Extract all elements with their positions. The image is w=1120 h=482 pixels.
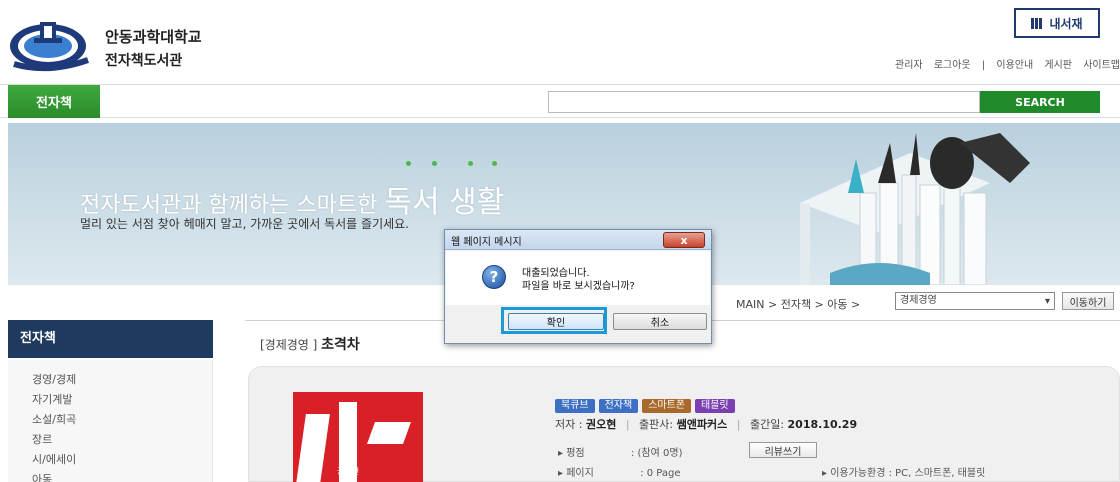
search-button[interactable]: SEARCH [980,91,1100,113]
sidebar-item-genre[interactable]: 장르 [8,430,212,450]
tag-bookcube: 북큐브 [555,399,595,413]
pages-value: : 0 Page [640,468,681,479]
tag-tablet: 태블릿 [695,399,735,413]
dialog-message-line2: 파일을 바로 보시겠습니까? [522,281,635,292]
search-input[interactable] [548,91,980,113]
env-label: ▸ 이용가능환경 [822,468,886,479]
logout-link[interactable]: 로그아웃 [934,60,971,71]
book-meta: 저자 : 권오현 | 출판사: 쌤앤파커스 | 출간일: 2018.10.29 [555,418,858,431]
date-label: 출간일: [749,418,785,431]
publisher-value: 쌤앤파커스 [676,418,728,431]
utility-links: 관리자 로그아웃 | 이용안내 게시판 사이트맵 [887,56,1120,71]
my-library-label: 내서재 [1049,16,1083,31]
bookshelf-icon [1031,17,1044,29]
sidebar-item-self-help[interactable]: 자기계발 [8,390,212,410]
banner-subtitle: 멀리 있는 서점 찾아 헤매지 말고, 가까운 곳에서 독서를 즐기세요. [80,217,410,231]
util-divider: | [981,60,986,71]
sidebar-title: 전자책 [8,320,213,358]
board-link[interactable]: 게시판 [1044,60,1072,71]
breadcrumb: MAIN > 전자책 > 아동 > [736,298,861,311]
tag-smartphone: 스마트폰 [642,399,692,413]
college-logo[interactable] [8,12,98,74]
author-value: 권오현 [585,418,617,431]
pages-row: ▸ 페이지 : 0 Page [558,464,681,479]
book-title: 초격차 [321,337,360,353]
author-label: 저자 : [555,418,583,431]
rating-label: ▸ 평점 [558,448,585,459]
sitemap-link[interactable]: 사이트맵 [1083,60,1120,71]
dialog-body: ? 대출되었습니다. 파일을 바로 보시겠습니까? [446,251,710,305]
chevron-down-icon: ▾ [1044,296,1050,307]
category-select-value: 경제경영 [900,295,937,306]
book-cover[interactable]: 권오현 [293,392,423,482]
close-icon[interactable]: x [663,232,705,248]
web-page-message-dialog: 웹 페이지 메시지 x ? 대출되었습니다. 파일을 바로 보시겠습니까? 확인… [444,229,712,344]
cover-author: 권오현 [337,467,360,476]
header: 안동과학대학교 전자책도서관 내서재 관리자 로그아웃 | 이용안내 게시판 사… [0,0,1120,82]
book-heading: [경제경영 ] 초격차 [260,334,360,354]
sidebar-menu: 경영/경제 자기계발 소설/희곡 장르 시/에세이 아동 [8,360,213,482]
format-tags: 북큐브 전자책 스마트폰 태블릿 [555,399,735,413]
site-name: 안동과학대학교 [105,28,202,46]
dialog-titlebar[interactable]: 웹 페이지 메시지 x [445,230,711,250]
cancel-button[interactable]: 취소 [613,313,707,330]
rating-value: : (참여 0명) [630,448,683,459]
rating-row: ▸ 평점 : (참여 0명) [558,444,682,459]
publisher-label: 출판사: [639,418,674,431]
dialog-title: 웹 페이지 메시지 [451,237,522,248]
ok-button[interactable]: 확인 [508,313,604,330]
tab-ebook[interactable]: 전자책 [8,85,100,118]
nav-bar: 전자책 SEARCH [0,84,1120,118]
question-icon: ? [482,265,506,289]
date-value: 2018.10.29 [787,418,858,431]
books-illustration [800,133,1030,285]
site-subtitle: 전자책도서관 [105,53,183,69]
book-category: [경제경영 ] [260,338,318,352]
env-value: : PC, 스마트폰, 태블릿 [888,468,986,479]
pages-label: ▸ 페이지 [558,468,594,479]
environment-row: ▸ 이용가능환경 : PC, 스마트폰, 태블릿 [822,464,985,479]
write-review-button[interactable]: 리뷰쓰기 [749,442,817,458]
sidebar-item-kids[interactable]: 아동 [8,470,212,482]
banner-dots [406,161,526,169]
sidebar-item-novel[interactable]: 소설/희곡 [8,410,212,430]
my-library-button[interactable]: 내서재 [1014,8,1100,38]
sidebar-item-business[interactable]: 경영/경제 [8,370,212,390]
admin-link[interactable]: 관리자 [895,60,923,71]
guide-link[interactable]: 이용안내 [996,60,1033,71]
sidebar-item-essay[interactable]: 시/에세이 [8,450,212,470]
tag-ebook: 전자책 [598,399,639,413]
category-select[interactable]: 경제경영 ▾ [895,292,1055,310]
go-button[interactable]: 이동하기 [1062,292,1114,310]
